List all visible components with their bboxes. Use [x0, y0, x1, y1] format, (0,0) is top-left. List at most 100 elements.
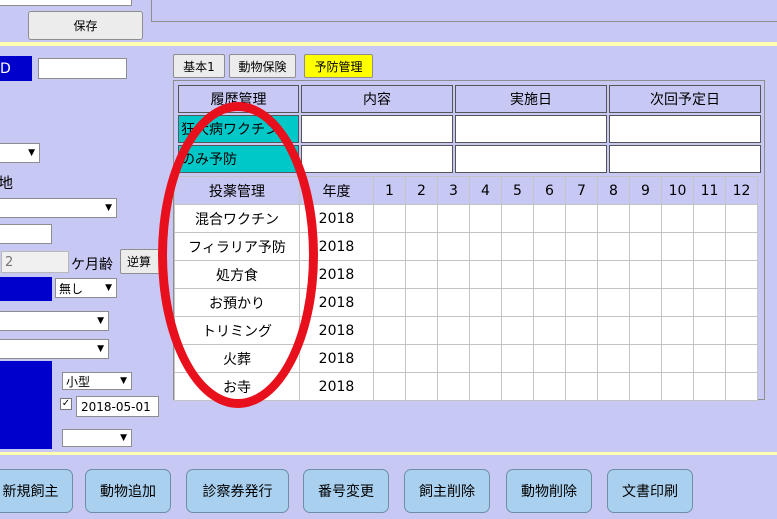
month-cell[interactable] — [725, 232, 758, 261]
month-cell[interactable] — [661, 344, 694, 373]
month-cell[interactable] — [469, 232, 502, 261]
month-cell[interactable] — [437, 260, 470, 289]
tab-animal-insurance[interactable]: 動物保険 — [229, 54, 296, 78]
month-cell[interactable] — [533, 260, 566, 289]
month-cell[interactable] — [405, 344, 438, 373]
month-cell[interactable] — [629, 316, 662, 345]
history-content-cell[interactable] — [301, 115, 453, 143]
month-cell[interactable] — [597, 232, 630, 261]
history-content-cell[interactable] — [301, 145, 453, 173]
left-select-1[interactable]: ▼ — [0, 143, 40, 163]
month-cell[interactable] — [693, 316, 726, 345]
month-cell[interactable] — [565, 204, 598, 233]
tab-prevention[interactable]: 予防管理 — [304, 54, 373, 78]
month-cell[interactable] — [405, 288, 438, 317]
left-select-2[interactable]: ▼ — [0, 198, 117, 218]
history-next-cell[interactable] — [609, 115, 761, 143]
month-cell[interactable] — [373, 204, 406, 233]
month-cell[interactable] — [373, 344, 406, 373]
month-cell[interactable] — [693, 372, 726, 401]
month-cell[interactable] — [437, 288, 470, 317]
month-cell[interactable] — [437, 204, 470, 233]
month-cell[interactable] — [693, 232, 726, 261]
month-cell[interactable] — [533, 232, 566, 261]
month-cell[interactable] — [373, 372, 406, 401]
month-cell[interactable] — [725, 204, 758, 233]
month-cell[interactable] — [501, 232, 534, 261]
month-cell[interactable] — [469, 204, 502, 233]
tab-basic1[interactable]: 基本1 — [173, 54, 225, 78]
month-cell[interactable] — [469, 260, 502, 289]
month-cell[interactable] — [565, 260, 598, 289]
month-cell[interactable] — [725, 288, 758, 317]
month-cell[interactable] — [469, 372, 502, 401]
month-cell[interactable] — [661, 288, 694, 317]
month-cell[interactable] — [629, 232, 662, 261]
month-cell[interactable] — [693, 344, 726, 373]
print-document-button[interactable]: 文書印刷 — [607, 469, 693, 513]
history-date-cell[interactable] — [455, 115, 607, 143]
month-cell[interactable] — [533, 288, 566, 317]
month-cell[interactable] — [437, 372, 470, 401]
month-cell[interactable] — [437, 232, 470, 261]
month-cell[interactable] — [661, 316, 694, 345]
month-cell[interactable] — [533, 372, 566, 401]
month-cell[interactable] — [565, 344, 598, 373]
month-cell[interactable] — [597, 204, 630, 233]
month-cell[interactable] — [533, 316, 566, 345]
month-cell[interactable] — [437, 344, 470, 373]
month-cell[interactable] — [693, 260, 726, 289]
history-date-cell[interactable] — [455, 145, 607, 173]
month-cell[interactable] — [629, 288, 662, 317]
month-cell[interactable] — [405, 260, 438, 289]
month-cell[interactable] — [373, 316, 406, 345]
month-cell[interactable] — [373, 260, 406, 289]
left-select-3[interactable]: ▼ — [0, 311, 109, 331]
month-cell[interactable] — [469, 288, 502, 317]
size-select[interactable]: 小型 ▼ — [62, 372, 132, 390]
month-cell[interactable] — [501, 372, 534, 401]
month-cell[interactable] — [405, 232, 438, 261]
month-cell[interactable] — [405, 316, 438, 345]
month-cell[interactable] — [533, 344, 566, 373]
month-cell[interactable] — [565, 372, 598, 401]
delete-animal-button[interactable]: 動物削除 — [506, 469, 592, 513]
month-cell[interactable] — [597, 288, 630, 317]
top-input-field[interactable] — [0, 0, 132, 6]
month-cell[interactable] — [469, 344, 502, 373]
month-cell[interactable] — [629, 204, 662, 233]
history-item-rabies[interactable]: 狂犬病ワクチン — [178, 115, 299, 143]
issue-card-button[interactable]: 診察券発行 — [186, 469, 289, 513]
month-cell[interactable] — [725, 372, 758, 401]
month-cell[interactable] — [693, 204, 726, 233]
age-months-input[interactable]: 2 — [1, 251, 69, 273]
owner-code-input[interactable] — [38, 58, 127, 79]
month-cell[interactable] — [501, 260, 534, 289]
month-cell[interactable] — [437, 316, 470, 345]
month-cell[interactable] — [661, 260, 694, 289]
month-cell[interactable] — [565, 232, 598, 261]
history-next-cell[interactable] — [609, 145, 761, 173]
month-cell[interactable] — [373, 288, 406, 317]
month-cell[interactable] — [405, 204, 438, 233]
month-cell[interactable] — [501, 204, 534, 233]
change-number-button[interactable]: 番号変更 — [303, 469, 389, 513]
month-cell[interactable] — [629, 372, 662, 401]
month-cell[interactable] — [469, 316, 502, 345]
month-cell[interactable] — [629, 260, 662, 289]
new-owner-button[interactable]: 新規飼主 — [0, 469, 73, 513]
month-cell[interactable] — [725, 260, 758, 289]
month-cell[interactable] — [565, 316, 598, 345]
month-cell[interactable] — [725, 316, 758, 345]
month-cell[interactable] — [629, 344, 662, 373]
month-cell[interactable] — [725, 344, 758, 373]
month-cell[interactable] — [373, 232, 406, 261]
date-input[interactable]: 2018-05-01 — [76, 396, 159, 417]
date-checkbox[interactable]: ✓ — [60, 398, 72, 410]
month-cell[interactable] — [693, 288, 726, 317]
month-cell[interactable] — [405, 372, 438, 401]
month-cell[interactable] — [501, 344, 534, 373]
history-item-flea[interactable]: のみ予防 — [178, 145, 299, 173]
left-input-1[interactable] — [0, 224, 52, 244]
month-cell[interactable] — [565, 288, 598, 317]
